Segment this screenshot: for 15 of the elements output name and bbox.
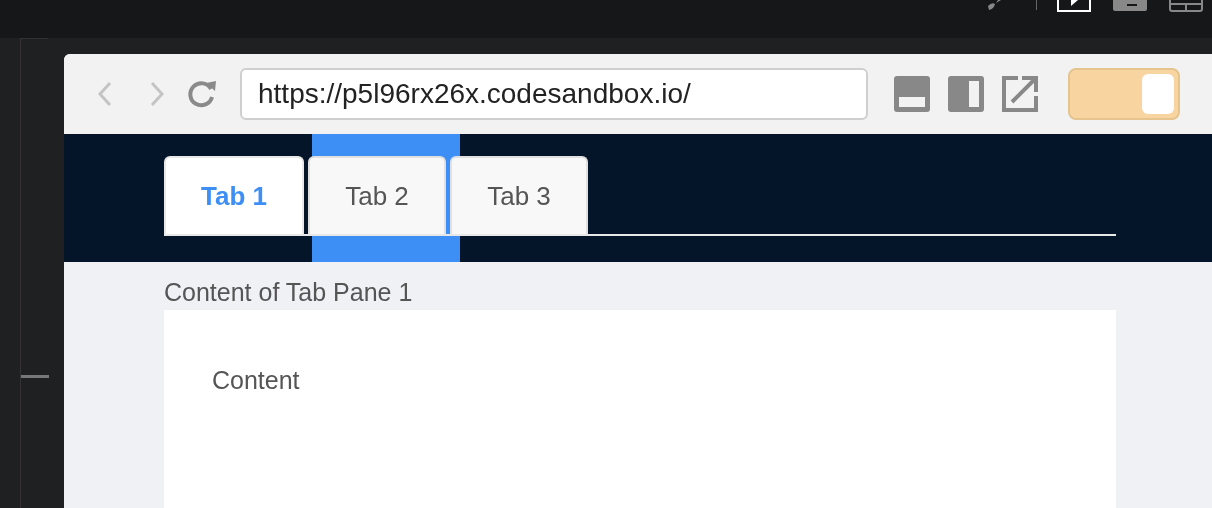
address-field[interactable]: https://p5l96rx26x.codesandbox.io/ xyxy=(240,68,868,120)
brush-icon[interactable] xyxy=(986,0,1002,10)
terminal-icon[interactable] xyxy=(1113,0,1147,12)
play-icon[interactable] xyxy=(1057,0,1091,12)
external-link-icon[interactable] xyxy=(1002,76,1038,112)
tab[interactable]: Tab 2 xyxy=(308,156,446,234)
pane-title: Content of Tab Pane 1 xyxy=(164,277,414,308)
dock-side-icon[interactable] xyxy=(948,76,984,112)
resize-handle[interactable] xyxy=(21,375,49,378)
dock-bottom-icon[interactable] xyxy=(894,76,930,112)
toggle-knob xyxy=(1142,74,1174,114)
content-text: Content xyxy=(212,366,300,394)
toggle-switch[interactable] xyxy=(1068,68,1180,120)
layout-icon[interactable] xyxy=(1169,0,1203,12)
tab[interactable]: Tab 3 xyxy=(450,156,588,234)
